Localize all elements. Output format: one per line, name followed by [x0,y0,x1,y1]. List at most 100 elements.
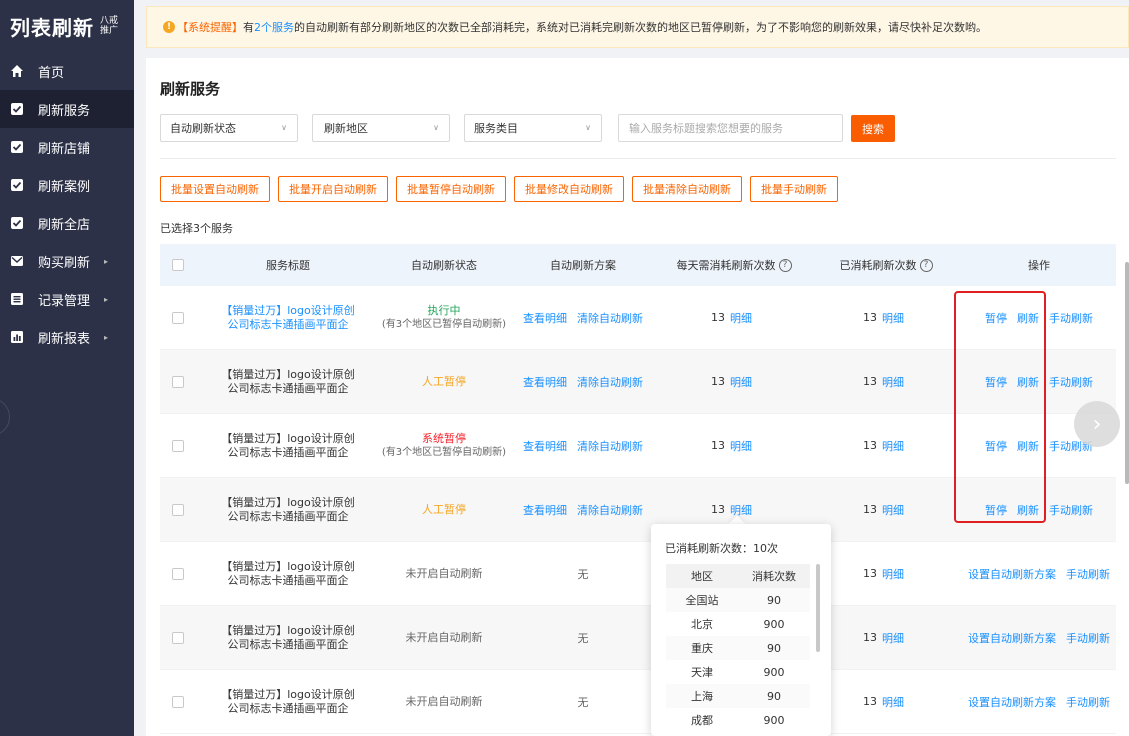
sidebar-item-5[interactable]: 购买刷新 ▸ [0,242,134,280]
batch-button-5[interactable]: 批量手动刷新 [750,176,838,202]
used-count: 13 [863,503,877,516]
used-count: 13 [863,695,877,708]
batch-button-3[interactable]: 批量修改自动刷新 [514,176,624,202]
pause-link[interactable]: 暂停 [985,438,1007,454]
help-icon[interactable]: ? [778,258,792,272]
chevron-right-icon[interactable]: › [1074,401,1120,447]
status-label: 人工暂停 [422,502,466,516]
manual-refresh-link[interactable]: 手动刷新 [1066,630,1110,646]
batch-actions: 批量设置自动刷新 批量开启自动刷新 批量暂停自动刷新 批量修改自动刷新 批量清除自动刷新… [160,176,838,202]
popover-row: 成都 900 [666,708,810,732]
row-checkbox[interactable] [172,631,184,644]
refresh-link[interactable]: 刷新 [1017,438,1039,454]
service-title[interactable]: 【销量过万】logo设计原创公司标志卡通插画平面企 [218,304,358,332]
manual-refresh-link[interactable]: 手动刷新 [1049,374,1093,390]
row-checkbox[interactable] [172,311,184,324]
pause-link[interactable]: 暂停 [985,310,1007,326]
set-plan-link[interactable]: 设置自动刷新方案 [968,566,1056,582]
used-detail-link[interactable]: 明细 [882,502,904,518]
used-count-popover: 已消耗刷新次数：10次 地区 消耗次数 全国站 90 北京 900 重庆 90 天津 900 上… [651,524,831,736]
home-icon [10,64,24,78]
sidebar-item-6[interactable]: 记录管理 ▸ [0,280,134,318]
status-label: 执行中 [427,304,461,317]
used-detail-link[interactable]: 明细 [882,374,904,390]
row-checkbox[interactable] [172,695,184,708]
manual-refresh-link[interactable]: 手动刷新 [1049,310,1093,326]
batch-button-1[interactable]: 批量开启自动刷新 [278,176,388,202]
batch-button-2[interactable]: 批量暂停自动刷新 [396,176,506,202]
batch-button-4[interactable]: 批量清除自动刷新 [632,176,742,202]
pause-link[interactable]: 暂停 [985,502,1007,518]
row-checkbox[interactable] [172,567,184,580]
help-icon[interactable]: ? [919,258,933,272]
system-alert: ! 【系统提醒】 有 2个服务 的自动刷新有部分刷新地区的次数已全部消耗完，系统… [146,6,1129,48]
manual-refresh-link[interactable]: 手动刷新 [1066,566,1110,582]
daily-detail-link[interactable]: 明细 [730,438,752,454]
table-row: 【销量过万】logo设计原创公司标志卡通插画平面企 系统暂停 (有3个地区已暂停自动… [160,414,1116,478]
clear-auto-refresh-link[interactable]: 清除自动刷新 [577,374,643,390]
pause-link[interactable]: 暂停 [985,374,1007,390]
main-panel: 刷新服务 自动刷新状态 ∨ 刷新地区 ∨ 服务类目 ∨ 搜索 批量设置自动刷新批… [146,58,1129,736]
clear-auto-refresh-link[interactable]: 清除自动刷新 [577,502,643,518]
sidebar-item-4[interactable]: 刷新全店 [0,204,134,242]
checkbox-icon [10,178,24,192]
daily-detail-link[interactable]: 明细 [730,310,752,326]
popover-table: 地区 消耗次数 全国站 90 北京 900 重庆 90 天津 900 上海 90 成都 900 [666,564,810,732]
alert-tag: 【系统提醒】 [177,21,243,34]
sidebar-item-0[interactable]: 首页 [0,52,134,90]
popover-scrollbar[interactable] [816,564,820,652]
alert-service-count-link[interactable]: 2个服务 [254,19,294,35]
chevron-down-icon: ∨ [585,123,591,132]
sidebar-item-7[interactable]: 刷新报表 ▸ [0,318,134,356]
used-detail-link[interactable]: 明细 [882,438,904,454]
header-title: 服务标题 [266,259,310,272]
view-plan-link[interactable]: 查看明细 [523,502,567,518]
chevron-right-icon: ▸ [104,294,109,304]
clear-auto-refresh-link[interactable]: 清除自动刷新 [577,438,643,454]
search-input[interactable] [618,114,843,142]
set-plan-link[interactable]: 设置自动刷新方案 [968,694,1056,710]
refresh-link[interactable]: 刷新 [1017,310,1039,326]
sidebar-item-3[interactable]: 刷新案例 [0,166,134,204]
daily-detail-link[interactable]: 明细 [730,502,752,518]
page-scrollbar[interactable] [1125,262,1129,484]
manual-refresh-link[interactable]: 手动刷新 [1066,694,1110,710]
popover-col-region: 地区 [691,570,713,583]
popover-row: 北京 900 [666,612,810,636]
category-filter-select[interactable]: 服务类目 ∨ [464,114,602,142]
sidebar-item-label: 刷新店铺 [38,141,91,157]
popover-rows: 全国站 90 北京 900 重庆 90 天津 900 上海 90 成都 900 [666,588,810,732]
clear-auto-refresh-link[interactable]: 清除自动刷新 [577,310,643,326]
batch-button-0[interactable]: 批量设置自动刷新 [160,176,270,202]
used-detail-link[interactable]: 明细 [882,630,904,646]
row-checkbox[interactable] [172,375,184,388]
logo[interactable]: 列表刷新 八戒 推广 [0,0,134,52]
sidebar-item-label: 刷新全店 [38,217,91,233]
view-plan-link[interactable]: 查看明细 [523,374,567,390]
popover-row: 重庆 90 [666,636,810,660]
status-filter-select[interactable]: 自动刷新状态 ∨ [160,114,298,142]
set-plan-link[interactable]: 设置自动刷新方案 [968,630,1056,646]
service-title: 【销量过万】logo设计原创公司标志卡通插画平面企 [221,495,355,523]
used-count: 13 [863,439,877,452]
sidebar-item-label: 记录管理 [38,293,91,309]
header-used: 已消耗刷新次数? [810,244,962,286]
refresh-link[interactable]: 刷新 [1017,374,1039,390]
manual-refresh-link[interactable]: 手动刷新 [1049,502,1093,518]
daily-detail-link[interactable]: 明细 [730,374,752,390]
chevron-down-icon: ∨ [433,123,439,132]
row-checkbox[interactable] [172,503,184,516]
row-checkbox[interactable] [172,439,184,452]
search-button[interactable]: 搜索 [851,115,895,142]
used-detail-link[interactable]: 明细 [882,566,904,582]
status-filter-value: 自动刷新状态 [170,122,236,135]
region-filter-select[interactable]: 刷新地区 ∨ [312,114,450,142]
view-plan-link[interactable]: 查看明细 [523,310,567,326]
sidebar-item-1[interactable]: 刷新服务 [0,90,134,128]
sidebar-item-2[interactable]: 刷新店铺 [0,128,134,166]
used-detail-link[interactable]: 明细 [882,310,904,326]
select-all-checkbox[interactable] [172,259,184,271]
refresh-link[interactable]: 刷新 [1017,502,1039,518]
view-plan-link[interactable]: 查看明细 [523,438,567,454]
used-detail-link[interactable]: 明细 [882,694,904,710]
